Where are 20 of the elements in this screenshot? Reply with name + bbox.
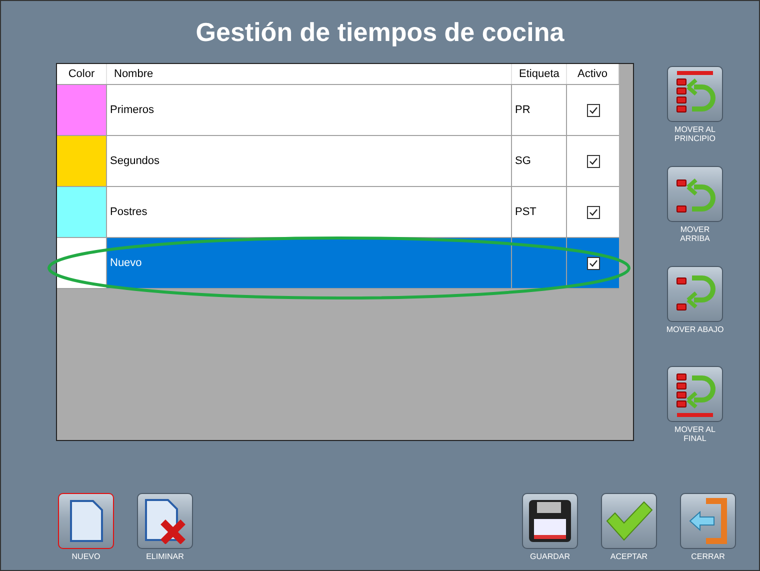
name-cell[interactable]: Primeros (107, 85, 512, 135)
column-header[interactable]: Etiqueta (512, 64, 567, 84)
checkmark-icon (605, 501, 653, 541)
name-cell[interactable]: Segundos (107, 136, 512, 186)
column-header[interactable]: Color (57, 64, 107, 84)
name-cell[interactable]: Postres (107, 187, 512, 237)
active-checkbox[interactable] (586, 154, 600, 168)
active-checkbox[interactable] (586, 206, 600, 218)
name-cell[interactable]: Nuevo (107, 238, 512, 288)
tag-cell[interactable]: PR (512, 85, 567, 135)
column-header[interactable]: Activo (567, 64, 619, 84)
active-checkbox[interactable] (586, 104, 600, 116)
delete-document-icon (143, 498, 187, 544)
tag-cell[interactable]: PST (512, 187, 567, 237)
document-icon (68, 499, 104, 543)
column-header[interactable]: Nombre (107, 64, 512, 84)
active-checkbox[interactable] (586, 256, 600, 270)
window-title: Gestión de tiempos de cocina (194, 16, 566, 49)
tag-cell[interactable]: SG (512, 136, 567, 186)
tag-cell[interactable] (512, 238, 567, 288)
